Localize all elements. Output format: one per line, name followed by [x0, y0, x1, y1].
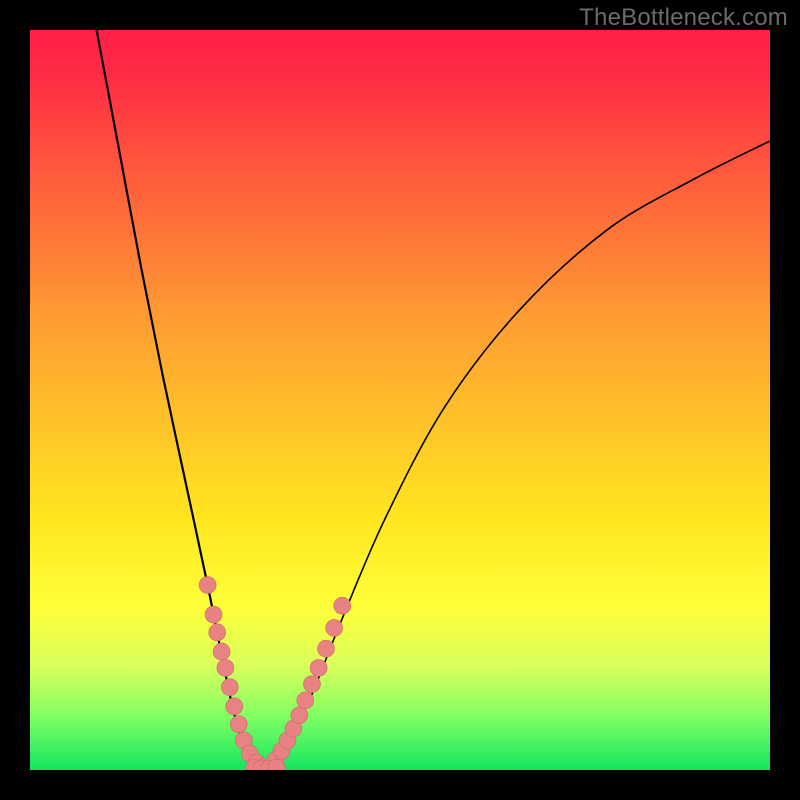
- data-dot: [291, 707, 308, 724]
- data-dot: [209, 624, 226, 641]
- curve-right-branch: [263, 141, 770, 770]
- data-dot: [213, 643, 230, 660]
- data-dot: [221, 679, 238, 696]
- outer-frame: TheBottleneck.com: [0, 0, 800, 800]
- dot-group: [199, 577, 351, 771]
- data-dot: [297, 692, 314, 709]
- data-dot: [334, 597, 351, 614]
- data-dot: [205, 606, 222, 623]
- plot-area: [30, 30, 770, 770]
- data-dot: [326, 619, 343, 636]
- data-dot: [217, 659, 234, 676]
- data-dot: [318, 640, 335, 657]
- data-dot: [230, 716, 247, 733]
- data-dot: [199, 577, 216, 594]
- curve-group: [97, 30, 770, 770]
- curve-left-branch: [97, 30, 264, 770]
- data-dot: [226, 698, 243, 715]
- data-dot: [303, 676, 320, 693]
- data-dot: [310, 659, 327, 676]
- chart-svg: [30, 30, 770, 770]
- watermark-text: TheBottleneck.com: [579, 4, 788, 32]
